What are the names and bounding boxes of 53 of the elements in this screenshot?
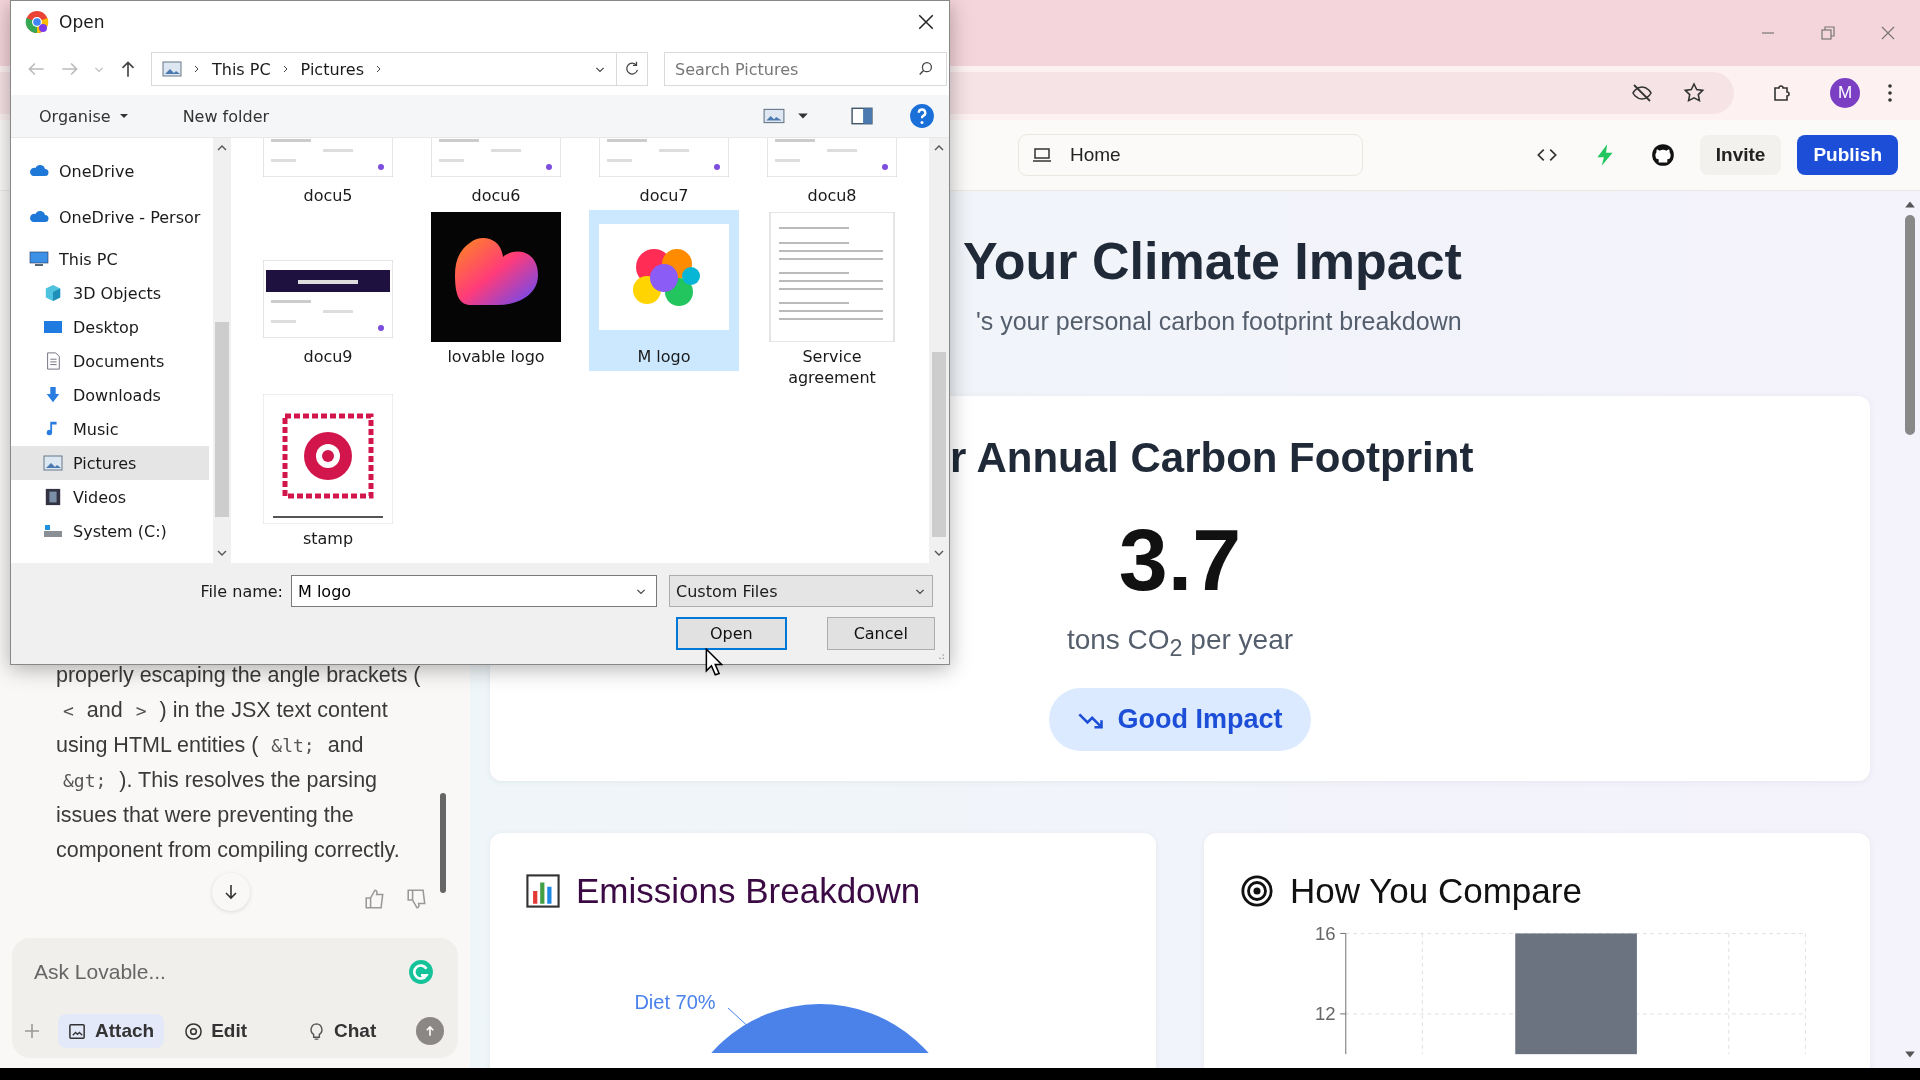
file-item[interactable]: docu9	[253, 210, 403, 371]
cancel-button[interactable]: Cancel	[826, 617, 935, 650]
axis-tick-label: 16	[1314, 926, 1336, 944]
file-type-dropdown[interactable]: Custom Files	[669, 575, 933, 607]
file-item[interactable]: M logo	[589, 210, 739, 371]
nav-item[interactable]: System (C:)	[11, 514, 209, 548]
slice-label: Diet 70%	[634, 991, 716, 1013]
footprint-unit: tons CO$_{2}$ per year	[1066, 624, 1294, 662]
card-title: Emissions Breakdown	[576, 871, 921, 911]
nav-item[interactable]: Videos	[11, 480, 209, 514]
page-title: Your Climate Impact	[963, 231, 1463, 292]
chat-input-field[interactable]: Ask Lovable...	[34, 952, 408, 992]
new-folder-button[interactable]: New folder	[178, 102, 274, 130]
nav-item[interactable]: 3D Objects	[11, 276, 209, 310]
file-item[interactable]: docu5	[253, 138, 403, 210]
search-field[interactable]: Search Pictures	[664, 52, 947, 86]
file-item[interactable]: docu8	[757, 138, 907, 210]
mode-button[interactable]: Edit	[174, 1014, 257, 1048]
route-field[interactable]: Home	[1018, 134, 1363, 176]
badge-label: Good Impact	[1117, 703, 1283, 735]
file-item[interactable]: docu7	[589, 138, 739, 210]
nav-item[interactable]: OneDrive	[11, 154, 209, 188]
file-item[interactable]: lovable logo	[421, 210, 571, 371]
footprint-value: 3.7	[1118, 510, 1242, 610]
dialog-title: Open	[59, 12, 105, 32]
axis-tick-label: 12	[1314, 1003, 1336, 1025]
file-item[interactable]: docu6	[421, 138, 571, 210]
file-name-field[interactable]: M logo	[291, 575, 657, 607]
invite-button[interactable]: Invite	[1699, 135, 1782, 175]
chat-input[interactable]: Ask Lovable... Attach Edit Chat	[12, 938, 458, 1058]
nav-item[interactable]: Downloads	[11, 378, 209, 412]
organise-menu[interactable]: Organise	[35, 102, 133, 130]
card-title: r Annual Carbon Footprint	[950, 434, 1475, 482]
breadcrumb-item[interactable]: This PC	[212, 59, 271, 79]
nav-item[interactable]: Desktop	[11, 310, 209, 344]
nav-item[interactable]: Documents	[11, 344, 209, 378]
nav-item[interactable]: This PC	[11, 242, 209, 276]
publish-button[interactable]: Publish	[1797, 135, 1898, 175]
profile-avatar[interactable]: M	[1830, 78, 1860, 108]
page-subtitle: 's your personal carbon footprint breakdown	[976, 307, 1463, 336]
file-name-label: File name:	[199, 581, 283, 601]
breadcrumb-item[interactable]: Pictures	[300, 59, 364, 79]
path-field[interactable]: This PC Pictures	[151, 52, 617, 86]
open-button[interactable]: Open	[676, 617, 787, 650]
nav-item[interactable]: OneDrive - Persor	[11, 200, 209, 234]
nav-item[interactable]: Music	[11, 412, 209, 446]
nav-item[interactable]: Pictures	[11, 446, 209, 480]
file-item[interactable]: stamp	[253, 392, 403, 553]
mode-button[interactable]: Attach	[58, 1014, 165, 1048]
file-item[interactable]: Service agreement	[757, 210, 907, 392]
chat-message: properly escaping the angle brackets ( < and > ) in the JSX text content using HTML entities ( &lt; and &gt; ). This resolves the parsing issues that were preventing the component from compiling correctly.	[56, 662, 422, 864]
card-title: How You Compare	[1290, 871, 1582, 911]
mode-button[interactable]: Chat	[297, 1014, 387, 1048]
